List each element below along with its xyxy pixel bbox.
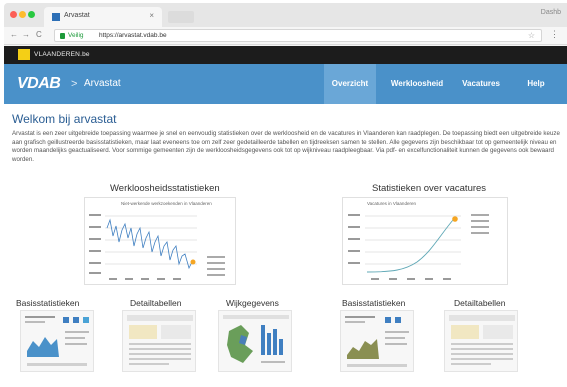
maximize-window-button[interactable] [28,11,35,18]
reload-button[interactable]: C [36,30,42,39]
vlaanderen-bar: VLAANDEREN.be [4,46,567,64]
unemployment-series-line [106,218,193,270]
favicon-icon [52,13,60,21]
url-text[interactable]: https://arvastat.vdab.be [99,32,167,39]
address-bar[interactable]: Veilig https://arvastat.vdab.be ☆ [54,29,542,42]
breadcrumb-separator: > [71,78,78,90]
latest-value-marker[interactable] [452,216,458,222]
secure-label: Veilig [68,32,84,39]
intro-paragraph: Arvastat is een zeer uitgebreide toepass… [12,130,560,163]
nav-vacatures[interactable]: Vacatures [456,64,506,104]
thumb-title-basisstatistieken-vacatures[interactable]: Basisstatistieken [342,298,405,308]
thumb-title-wijkgegevens[interactable]: Wijkgegevens [226,298,279,308]
latest-value-marker[interactable] [190,259,196,265]
breadcrumb-arvastat[interactable]: Arvastat [84,78,121,89]
thumbnail-wijkgegevens[interactable] [218,310,292,372]
vacancy-line-chart [348,214,489,280]
main-content: Welkom bij arvastat Arvastat is een zeer… [4,104,567,387]
nav-overzicht[interactable]: Overzicht [324,64,376,104]
nav-help[interactable]: Help [518,64,554,104]
unemployment-line-chart [89,214,225,280]
tab-title: Arvastat [64,12,90,19]
thumbnail-preview-image [127,315,193,365]
x-axis-ticks [371,278,451,280]
address-toolbar: ← → C Veilig https://arvastat.vdab.be ☆ … [4,27,567,45]
thumbnail-detailtabellen-vacatures[interactable] [444,310,518,372]
thumb-title-detailtabellen-vacatures[interactable]: Detailtabellen [454,298,506,308]
thumbnail-preview-image [449,315,515,365]
nav-werkloosheid[interactable]: Werkloosheid [386,64,448,104]
x-axis-ticks [109,278,181,280]
y-axis-ticks [89,214,101,274]
site-header: VDAB > Arvastat Overzicht Werkloosheid V… [4,64,567,104]
chart-title-werkloosheid[interactable]: Werkloosheidsstatistieken [110,183,220,194]
tab-close-icon[interactable]: × [149,11,154,20]
back-button[interactable]: ← [10,30,18,39]
chart-legend [207,256,225,276]
browser-menu-icon[interactable]: ⋮ [550,29,559,40]
chart-grid [365,215,461,265]
thumbnail-basisstatistieken-vacatures[interactable] [340,310,414,372]
y-axis-ticks [348,214,360,264]
page-title: Welkom bij arvastat [12,112,117,126]
forward-button[interactable]: → [22,30,30,39]
thumbnail-preview-image [25,316,89,366]
close-window-button[interactable] [10,11,17,18]
new-tab-button[interactable] [168,11,194,23]
vacancy-chart[interactable]: Vacatures in Vlaanderen [342,197,508,285]
thumbnail-preview-image [345,316,409,367]
thumbnail-basisstatistieken[interactable] [20,310,94,372]
chart-legend [471,214,489,234]
browser-tab[interactable]: Arvastat × [44,7,162,27]
thumbnail-preview-image [223,315,289,363]
tab-bar: Arvastat × Dashb [4,3,567,27]
unemployment-chart[interactable]: Niet-werkende werkzoekenden in Vlaandere… [84,197,236,285]
profile-label[interactable]: Dashb [541,9,561,16]
vlaanderen-link[interactable]: VLAANDEREN.be [34,51,90,58]
thumbnail-detailtabellen[interactable] [122,310,196,372]
thumb-title-basisstatistieken[interactable]: Basisstatistieken [16,298,79,308]
bookmark-star-icon[interactable]: ☆ [528,31,535,40]
chart-title-vacatures[interactable]: Statistieken over vacatures [372,183,486,194]
lock-icon [60,33,65,39]
browser-window: Arvastat × Dashb ← → C Veilig https://ar… [4,3,567,387]
vlaanderen-lion-icon [18,49,30,60]
minimize-window-button[interactable] [19,11,26,18]
vdab-logo[interactable]: VDAB [17,75,61,93]
thumb-title-detailtabellen[interactable]: Detailtabellen [130,298,182,308]
